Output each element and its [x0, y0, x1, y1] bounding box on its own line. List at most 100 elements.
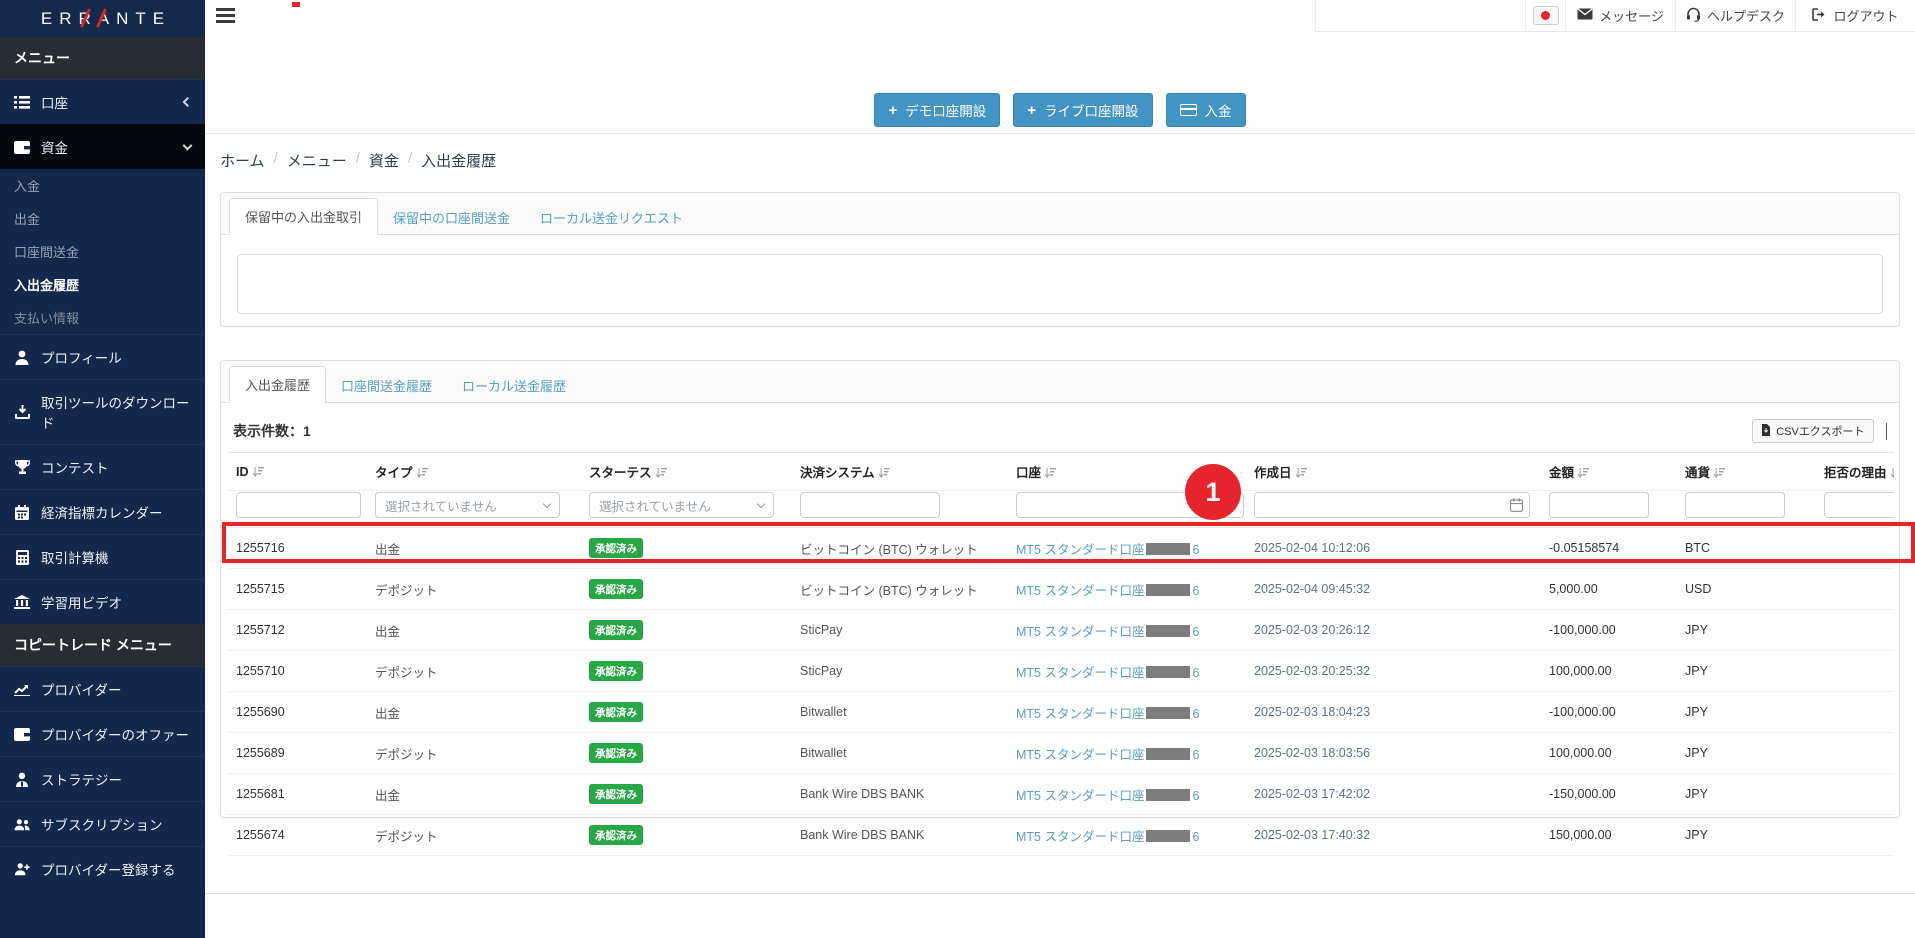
filter-rejection-reason-input[interactable] — [1824, 492, 1894, 518]
sidebar-item-profile[interactable]: プロフィール — [0, 334, 205, 379]
cell-account: MT5 スタンダード口座6 — [1008, 692, 1246, 733]
chevron-down-icon — [543, 499, 551, 507]
sidebar-item-subscription[interactable]: サブスクリプション — [0, 801, 205, 846]
sort-icon — [413, 466, 428, 480]
column-header-8[interactable]: 拒否の理由 — [1816, 453, 1894, 491]
history-tabs: 入出金履歴口座間送金履歴ローカル送金履歴 — [221, 361, 1899, 403]
filter-type-select[interactable]: 選択されていません — [375, 492, 560, 518]
column-header-5[interactable]: 作成日 — [1246, 453, 1541, 491]
language-flag-button[interactable] — [1525, 0, 1565, 31]
deposit-button[interactable]: 入金 — [1166, 93, 1246, 127]
column-header-4[interactable]: 口座 — [1008, 453, 1246, 491]
sidebar-item-trading-calculator[interactable]: 取引計算機 — [0, 534, 205, 579]
cell-id: 1255710 — [228, 651, 367, 692]
sidebar-item-register-provider[interactable]: プロバイダー登録する — [0, 846, 205, 891]
sidebar-item-provider[interactable]: プロバイダー — [0, 666, 205, 711]
topbar: メッセージ ヘルプデスク ログアウト — [205, 0, 1915, 32]
cell-rejection-reason — [1816, 610, 1894, 651]
breadcrumb-item[interactable]: 資金 — [369, 150, 399, 171]
filter-account-input[interactable] — [1016, 492, 1244, 518]
cell-payment-system: ビットコイン (BTC) ウォレット — [792, 528, 1008, 569]
cell-type: 出金 — [367, 774, 581, 815]
filter-amount-input[interactable] — [1549, 492, 1649, 518]
sidebar-item-internal-transfer[interactable]: 口座間送金 — [0, 235, 205, 268]
column-label: スターテス — [589, 466, 652, 480]
table-row-highlighted: 1255716出金承認済みビットコイン (BTC) ウォレットMT5 スタンダー… — [228, 528, 1894, 569]
column-header-1[interactable]: タイプ — [367, 453, 581, 491]
account-link[interactable]: MT5 スタンダード口座6 — [1016, 625, 1199, 639]
column-label: 通貨 — [1685, 466, 1710, 480]
trophy-icon — [14, 459, 30, 475]
column-header-6[interactable]: 金額 — [1541, 453, 1677, 491]
breadcrumb-item[interactable]: 入出金履歴 — [421, 150, 496, 171]
account-link-suffix: 6 — [1192, 830, 1199, 844]
messages-button[interactable]: メッセージ — [1565, 0, 1675, 31]
sidebar-item-transaction-history[interactable]: 入出金履歴 — [0, 268, 205, 301]
sidebar-item-strategy[interactable]: ストラテジー — [0, 756, 205, 801]
cell-id: 1255716 — [228, 528, 367, 569]
account-link[interactable]: MT5 スタンダード口座6 — [1016, 748, 1199, 762]
sidebar-item-payment-info[interactable]: 支払い情報 — [0, 301, 205, 334]
sidebar-item-funds[interactable]: 資金 — [0, 124, 205, 169]
tab-pending_card-1[interactable]: 保留中の口座間送金 — [378, 200, 525, 235]
open-live-account-button[interactable]: +ライブ口座開設 — [1013, 93, 1152, 127]
logout-button[interactable]: ログアウト — [1795, 0, 1915, 31]
errante-logo[interactable]: ERRANTE — [0, 0, 205, 37]
sort-icon — [1887, 466, 1894, 480]
sidebar-item-contest[interactable]: コンテスト — [0, 444, 205, 489]
cell-created-date: 2025-02-03 20:25:32 — [1246, 651, 1541, 692]
sidebar-label: メニュー — [14, 50, 70, 66]
column-label: 作成日 — [1254, 466, 1292, 480]
sidebar-label: 入金 — [14, 179, 40, 194]
tab-history_card-1[interactable]: 口座間送金履歴 — [326, 368, 447, 403]
tab-pending_card-2[interactable]: ローカル送金リクエスト — [525, 200, 698, 235]
account-link-suffix: 6 — [1192, 584, 1199, 598]
account-link-text: MT5 スタンダード口座 — [1016, 666, 1144, 680]
users-icon — [14, 816, 30, 832]
sidebar-item-accounts[interactable]: 口座 — [0, 79, 205, 124]
column-header-0[interactable]: ID — [228, 453, 367, 491]
filter-currency-input[interactable] — [1685, 492, 1785, 518]
tab-history_card-0[interactable]: 入出金履歴 — [229, 366, 326, 403]
sidebar-label: 取引計算機 — [41, 547, 109, 567]
cell-id: 1255689 — [228, 733, 367, 774]
column-header-2[interactable]: スターテス — [581, 453, 792, 491]
record-count: 表示件数：1 — [233, 421, 311, 441]
account-link[interactable]: MT5 スタンダード口座6 — [1016, 707, 1199, 721]
filter-id-input[interactable] — [236, 492, 361, 518]
account-link[interactable]: MT5 スタンダード口座6 — [1016, 666, 1199, 680]
sidebar-item-learning-videos[interactable]: 学習用ビデオ — [0, 579, 205, 624]
filter-payment-system-input[interactable] — [800, 492, 940, 518]
account-link[interactable]: MT5 スタンダード口座6 — [1016, 543, 1199, 557]
account-link[interactable]: MT5 スタンダード口座6 — [1016, 789, 1199, 803]
cell-account: MT5 スタンダード口座6 — [1008, 528, 1246, 569]
csv-export-button[interactable]: CSVエクスポート — [1752, 419, 1873, 443]
cell-status: 承認済み — [581, 733, 792, 774]
column-header-7[interactable]: 通貨 — [1677, 453, 1816, 491]
breadcrumb-item[interactable]: メニュー — [287, 150, 347, 171]
sidebar-item-withdrawal[interactable]: 出金 — [0, 202, 205, 235]
cell-amount: 100,000.00 — [1541, 651, 1677, 692]
sort-icon — [1710, 466, 1725, 480]
filter-status-select[interactable]: 選択されていません — [589, 492, 774, 518]
helpdesk-button[interactable]: ヘルプデスク — [1675, 0, 1795, 31]
sidebar-item-provider-offers[interactable]: プロバイダーのオファー — [0, 711, 205, 756]
tab-pending_card-0[interactable]: 保留中の入出金取引 — [229, 198, 378, 235]
cell-payment-system: Bitwallet — [792, 692, 1008, 733]
sidebar-item-deposit[interactable]: 入金 — [0, 169, 205, 202]
column-header-3[interactable]: 決済システム — [792, 453, 1008, 491]
account-link[interactable]: MT5 スタンダード口座6 — [1016, 830, 1199, 844]
cell-payment-system: ビットコイン (BTC) ウォレット — [792, 569, 1008, 610]
tab-history_card-2[interactable]: ローカル送金履歴 — [447, 368, 581, 403]
filter-created-date-input[interactable] — [1254, 492, 1530, 518]
account-actions-row: +デモ口座開設 +ライブ口座開設入金 — [205, 93, 1915, 127]
red-tick-mark — [292, 2, 300, 7]
sidebar-label: 入出金履歴 — [14, 278, 79, 293]
sidebar-item-economic-calendar[interactable]: 経済指標カレンダー — [0, 489, 205, 534]
breadcrumb-item[interactable]: ホーム — [220, 150, 265, 171]
account-link[interactable]: MT5 スタンダード口座6 — [1016, 584, 1199, 598]
toolbar-divider — [1886, 423, 1888, 440]
open-demo-account-button[interactable]: +デモ口座開設 — [874, 93, 1000, 127]
sidebar-item-download-tools[interactable]: 取引ツールのダウンロード — [0, 379, 205, 444]
hamburger-menu-icon[interactable] — [216, 8, 235, 24]
